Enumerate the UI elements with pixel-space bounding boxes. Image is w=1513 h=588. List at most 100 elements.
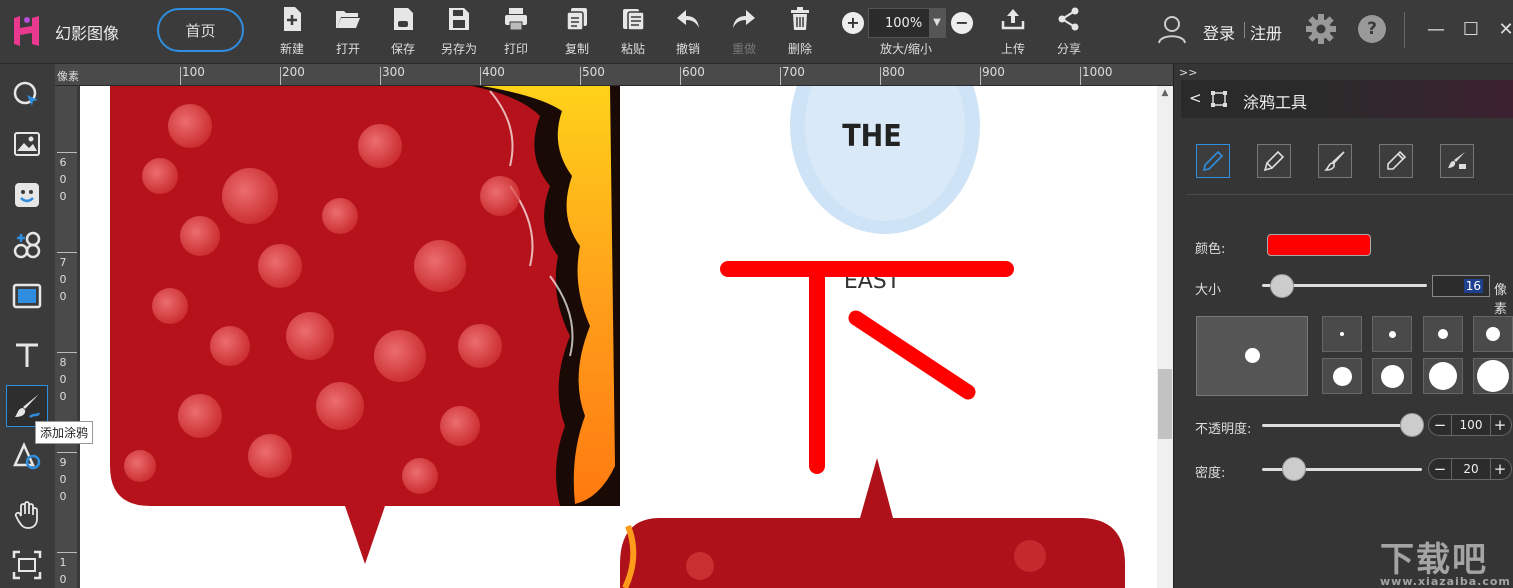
- share-label: 分享: [1056, 42, 1081, 56]
- density-increase-button[interactable]: +: [1489, 459, 1511, 479]
- save-as-button[interactable]: 另存为: [433, 6, 485, 60]
- open-button[interactable]: 打开: [322, 6, 374, 60]
- gear-icon[interactable]: [1305, 13, 1337, 45]
- close-button[interactable]: ✕: [1494, 18, 1513, 42]
- opacity-decrease-button[interactable]: −: [1429, 415, 1451, 435]
- ruler-label: 700: [782, 65, 805, 79]
- opacity-value[interactable]: 100: [1451, 415, 1491, 435]
- paste-button[interactable]: 粘贴: [607, 6, 659, 60]
- undo-label: 撤销: [675, 42, 700, 56]
- brush-pencil[interactable]: [1196, 144, 1230, 178]
- ruler-label: 8: [59, 356, 67, 369]
- crop-tool[interactable]: [6, 544, 48, 586]
- redo-button[interactable]: 重做: [718, 6, 770, 60]
- brush-size-preset[interactable]: [1372, 316, 1412, 352]
- ruler-label: 0: [59, 290, 67, 303]
- doodle-strokes[interactable]: [720, 261, 1014, 474]
- upload-label: 上传: [1000, 42, 1025, 56]
- shapes-icon: [13, 231, 41, 259]
- upload-button[interactable]: 上传: [987, 6, 1039, 60]
- text-tool[interactable]: [6, 334, 48, 376]
- ruler-label: 500: [582, 65, 605, 79]
- brush-marker[interactable]: [1257, 144, 1291, 178]
- opacity-slider[interactable]: [1262, 424, 1412, 427]
- undo-button[interactable]: 撤销: [662, 6, 714, 60]
- brush-size-preset[interactable]: [1423, 358, 1463, 394]
- brush-size-preset[interactable]: [1322, 358, 1362, 394]
- brush-preview-dot: [1245, 348, 1260, 363]
- redo-icon: [733, 10, 755, 28]
- print-button[interactable]: 打印: [490, 6, 542, 60]
- home-button[interactable]: 首页: [157, 8, 244, 52]
- editing-canvas[interactable]: THE EAST: [80, 86, 1157, 588]
- save-button[interactable]: 保存: [377, 6, 429, 60]
- undo-icon: [677, 10, 699, 28]
- crop-icon: [12, 550, 42, 580]
- red-speech-bubble[interactable]: [110, 86, 620, 564]
- login-link[interactable]: 登录: [1203, 20, 1235, 44]
- shapes-tool[interactable]: [6, 224, 48, 266]
- image-tool[interactable]: [6, 123, 48, 165]
- brush-eraser[interactable]: [1440, 144, 1474, 178]
- collapse-panel-button[interactable]: >>: [1179, 66, 1197, 79]
- ruler-label: 600: [682, 65, 705, 79]
- copy-button[interactable]: 复制: [551, 6, 603, 60]
- paste-label: 粘贴: [620, 42, 645, 56]
- delete-button[interactable]: 删除: [774, 6, 826, 60]
- opacity-slider-knob[interactable]: [1400, 413, 1424, 437]
- back-button[interactable]: <: [1189, 89, 1202, 107]
- share-button[interactable]: 分享: [1043, 6, 1095, 60]
- pencil-icon: [1202, 150, 1224, 172]
- size-unit: 像素: [1494, 283, 1508, 317]
- help-button[interactable]: ?: [1358, 15, 1386, 43]
- opacity-increase-button[interactable]: +: [1489, 415, 1511, 435]
- register-link[interactable]: 注册: [1250, 20, 1282, 44]
- moon-text-the: THE: [842, 119, 901, 154]
- frame-tool[interactable]: [6, 275, 48, 317]
- density-slider-knob[interactable]: [1282, 457, 1306, 481]
- hand-tool[interactable]: [6, 494, 48, 536]
- zoom-out-button[interactable]: −: [951, 12, 973, 34]
- density-decrease-button[interactable]: −: [1429, 459, 1451, 479]
- canvas-scrollbar[interactable]: ▲: [1157, 86, 1173, 588]
- minimize-button[interactable]: —: [1424, 18, 1448, 42]
- brush-crayon[interactable]: [1379, 144, 1413, 178]
- draw-shape-icon: [13, 441, 41, 470]
- ruler-label: 0: [59, 373, 67, 386]
- density-value[interactable]: 20: [1451, 459, 1491, 479]
- new-label: 新建: [279, 42, 304, 56]
- color-picker[interactable]: [1267, 234, 1371, 256]
- scroll-thumb[interactable]: [1158, 369, 1172, 439]
- zoom-select[interactable]: 100% ▼: [868, 8, 946, 38]
- user-icon[interactable]: [1157, 14, 1187, 44]
- maximize-button[interactable]: ☐: [1459, 18, 1483, 42]
- ruler-vertical: 6 0 0 7 0 0 8 0 0 9 0 0 1 0: [55, 86, 77, 588]
- hand-icon: [14, 501, 38, 529]
- panel-title: 涂鸦工具: [1243, 93, 1308, 112]
- brush-size-preset[interactable]: [1473, 316, 1513, 352]
- size-slider-knob[interactable]: [1269, 274, 1294, 298]
- image-icon: [14, 132, 40, 156]
- size-label: 大小: [1195, 283, 1222, 298]
- new-button[interactable]: 新建: [266, 6, 318, 60]
- brush-size-preset[interactable]: [1322, 316, 1362, 352]
- select-tool[interactable]: [6, 74, 48, 116]
- brush-size-preset[interactable]: [1473, 358, 1513, 394]
- sticker-tool[interactable]: [6, 174, 48, 216]
- zoom-in-button[interactable]: +: [842, 12, 864, 34]
- scroll-up-icon[interactable]: ▲: [1159, 88, 1171, 100]
- selection-frame-icon: [1211, 91, 1227, 107]
- ruler-label: 100: [182, 65, 205, 79]
- red-speech-bubble-2[interactable]: [620, 458, 1125, 588]
- size-input[interactable]: 16: [1432, 275, 1490, 297]
- brush-type-row: [1196, 144, 1496, 180]
- paste-icon: [623, 9, 645, 31]
- save-label: 保存: [390, 42, 415, 56]
- chevron-down-icon[interactable]: ▼: [929, 9, 945, 37]
- brush-size-preset[interactable]: [1423, 316, 1463, 352]
- brush-paintbrush[interactable]: [1318, 144, 1352, 178]
- ruler-label: 0: [59, 390, 67, 403]
- ruler-label: 1000: [1082, 65, 1113, 79]
- ruler-label: 1: [59, 556, 67, 569]
- brush-size-preset[interactable]: [1372, 358, 1412, 394]
